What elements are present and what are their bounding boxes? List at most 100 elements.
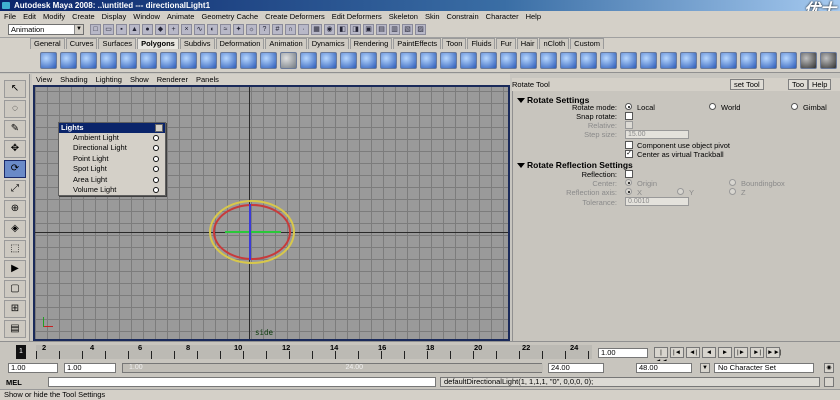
poly-pipe-icon[interactable]	[200, 52, 217, 69]
render-frame-icon[interactable]: ▥	[389, 24, 400, 35]
harden-edge-icon[interactable]	[700, 52, 717, 69]
mask-misc-icon[interactable]: ?	[259, 24, 270, 35]
menu-item-point-light[interactable]: Point Light	[59, 154, 165, 164]
menu-item-directional-light[interactable]: Directional Light	[59, 143, 165, 153]
tab-polygons[interactable]: Polygons	[137, 38, 179, 49]
play-forwards-button[interactable]: ►	[718, 347, 732, 358]
poly-pyramid-icon[interactable]	[180, 52, 197, 69]
tab-dynamics[interactable]: Dynamics	[307, 38, 349, 49]
panel-menu-panels[interactable]: Panels	[196, 74, 219, 85]
boolean-difference-icon[interactable]	[400, 52, 417, 69]
menu-modify[interactable]: Modify	[43, 11, 65, 22]
open-scene-icon[interactable]: ▭	[103, 24, 114, 35]
menu-item-spot-light[interactable]: Spot Light	[59, 164, 165, 174]
animation-preferences-icon[interactable]: ◉	[824, 363, 834, 373]
menu-window[interactable]: Window	[133, 11, 160, 22]
outliner-layout-icon[interactable]: ▤	[4, 320, 26, 338]
component-pivot-checkbox[interactable]	[625, 141, 633, 149]
current-time-marker[interactable]: 1	[16, 345, 26, 359]
checker-icon[interactable]	[800, 52, 817, 69]
rotate-manipulator-y-ring[interactable]	[225, 231, 281, 233]
extrude-icon[interactable]	[440, 52, 457, 69]
tab-surfaces[interactable]: Surfaces	[98, 38, 137, 49]
last-tool-used-icon[interactable]: ▶	[4, 260, 26, 278]
paint-select-tool-icon[interactable]: ✎	[4, 120, 26, 138]
snap-grid-icon[interactable]: #	[272, 24, 283, 35]
menu-display[interactable]: Display	[102, 11, 127, 22]
merge-icon[interactable]	[580, 52, 597, 69]
reflection-checkbox[interactable]	[625, 170, 633, 178]
save-scene-icon[interactable]: ▪	[116, 24, 127, 35]
render-settings-icon[interactable]: ▨	[415, 24, 426, 35]
poly-platonic-icon[interactable]	[260, 52, 277, 69]
tab-toon[interactable]: Toon	[442, 38, 467, 49]
menu-skin[interactable]: Skin	[425, 11, 440, 22]
snap-curve-icon[interactable]: ∩	[285, 24, 296, 35]
insert-edge-loop-icon[interactable]	[520, 52, 537, 69]
separate-icon[interactable]	[300, 52, 317, 69]
go-to-end-button[interactable]: ►►|	[766, 347, 782, 358]
option-box-icon[interactable]	[153, 176, 159, 183]
mask-dynamics-icon[interactable]: ✦	[233, 24, 244, 35]
four-view-layout-icon[interactable]: ⊞	[4, 300, 26, 318]
menu-animate[interactable]: Animate	[167, 11, 195, 22]
poly-torus-icon[interactable]	[140, 52, 157, 69]
menu-item-volume-light[interactable]: Volume Light	[59, 185, 165, 195]
current-frame-field[interactable]: 1.00	[598, 348, 648, 358]
menu-item-area-light[interactable]: Area Light	[59, 175, 165, 185]
move-tool-icon[interactable]: ✥	[4, 140, 26, 158]
menu-set-dropdown[interactable]: Animation ▼	[8, 24, 84, 35]
close-icon[interactable]	[155, 124, 163, 132]
render-view-icon[interactable]: ▤	[376, 24, 387, 35]
menu-constrain[interactable]: Constrain	[447, 11, 479, 22]
snap-point-icon[interactable]: ·	[298, 24, 309, 35]
panel-menu-show[interactable]: Show	[130, 74, 149, 85]
step-forward-key-button[interactable]: ►|	[750, 347, 764, 358]
animation-start-field[interactable]: 1.00	[8, 363, 58, 373]
step-forward-frame-button[interactable]: |►	[734, 347, 748, 358]
poly-plane-icon[interactable]	[120, 52, 137, 69]
range-slider-handle[interactable]: 1.00 24.00	[123, 364, 543, 372]
tab-deformation[interactable]: Deformation	[215, 38, 265, 49]
triangulate-icon[interactable]	[620, 52, 637, 69]
panel-menu-renderer[interactable]: Renderer	[157, 74, 188, 85]
soften-edge-icon[interactable]	[680, 52, 697, 69]
command-input[interactable]	[48, 377, 436, 387]
uv-editor-icon[interactable]	[720, 52, 737, 69]
rotate-manipulator-z-ring[interactable]	[249, 204, 251, 260]
cylindrical-mapping-icon[interactable]	[760, 52, 777, 69]
menu-create[interactable]: Create	[72, 11, 95, 22]
snap-view-plane-icon[interactable]: ▦	[311, 24, 322, 35]
poly-cone-icon[interactable]	[100, 52, 117, 69]
tab-custom[interactable]: Custom	[570, 38, 604, 49]
panel-menu-view[interactable]: View	[36, 74, 52, 85]
bevel-icon[interactable]	[560, 52, 577, 69]
show-manipulator-icon[interactable]: ⬚	[4, 240, 26, 258]
menu-geometry-cache[interactable]: Geometry Cache	[201, 11, 258, 22]
rotate-mode-local-radio[interactable]	[625, 103, 632, 110]
reverse-normals-icon[interactable]	[660, 52, 677, 69]
tab-rendering[interactable]: Rendering	[349, 38, 393, 49]
virtual-trackball-checkbox[interactable]: ✓	[625, 150, 633, 158]
make-live-icon[interactable]: ◉	[324, 24, 335, 35]
playback-start-field[interactable]: 1.00	[64, 363, 116, 373]
character-set-dropdown[interactable]: No Character Set	[714, 363, 814, 373]
menu-edit-deformers[interactable]: Edit Deformers	[332, 11, 382, 22]
rotate-mode-gimbal-radio[interactable]	[791, 103, 798, 110]
option-box-icon[interactable]	[153, 155, 159, 162]
tab-ncloth[interactable]: nCloth	[539, 38, 570, 49]
select-object-icon[interactable]: ●	[142, 24, 153, 35]
poly-soccer-ball-icon[interactable]	[240, 52, 257, 69]
input-history-icon[interactable]: ◧	[337, 24, 348, 35]
lights-menu-header[interactable]: Lights	[59, 123, 165, 133]
mask-curves-icon[interactable]: ∿	[194, 24, 205, 35]
step-back-frame-button[interactable]: ◄|	[686, 347, 700, 358]
select-tool-arrow-icon[interactable]: ↖	[4, 80, 26, 98]
output-history-icon[interactable]: ◨	[350, 24, 361, 35]
smooth-icon[interactable]	[340, 52, 357, 69]
tab-general[interactable]: General	[30, 38, 65, 49]
universal-manipulator-icon[interactable]: ⊕	[4, 200, 26, 218]
reset-tool-button[interactable]: set Tool	[730, 79, 764, 90]
poly-helix-icon[interactable]	[220, 52, 237, 69]
tab-curves[interactable]: Curves	[65, 38, 98, 49]
